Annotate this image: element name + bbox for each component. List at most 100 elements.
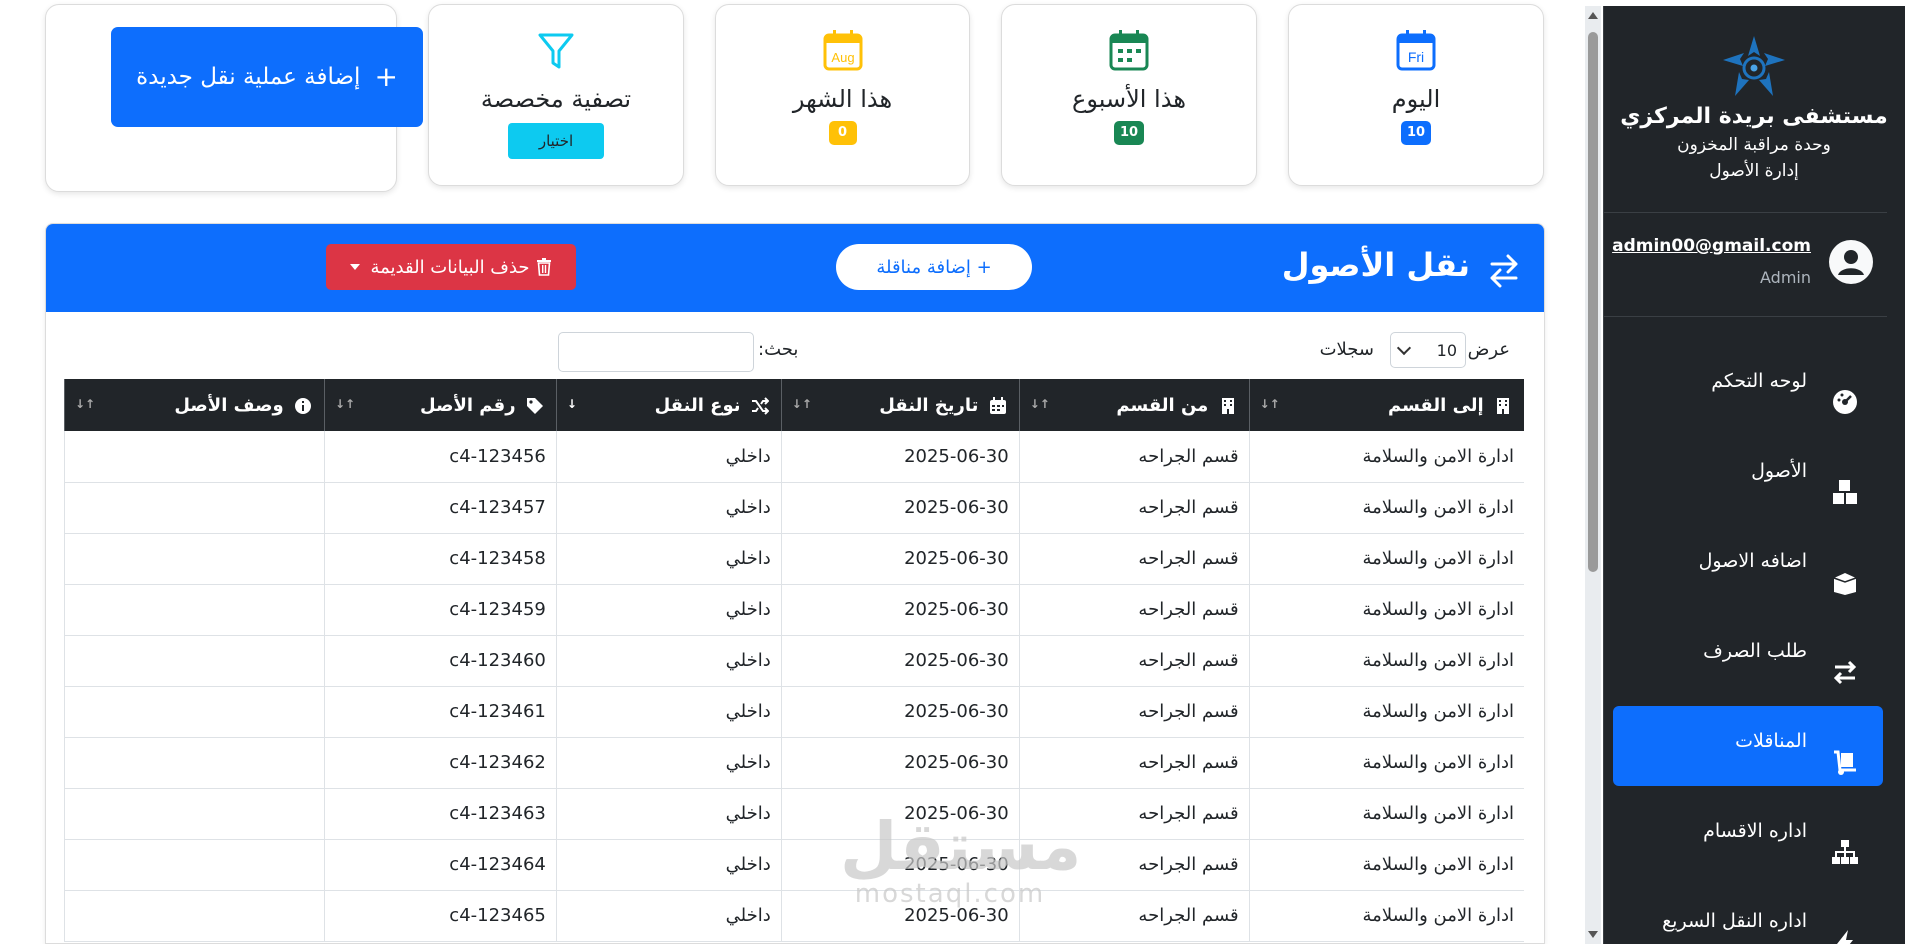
page-length-select[interactable]: 10 [1390,332,1466,368]
stat-title-today: اليوم [1391,85,1441,113]
stat-title-month: هذا الشهر [792,85,893,113]
scroll-thumb[interactable] [1588,32,1598,572]
add-contractor-button[interactable]: + إضافة مناقلة [836,244,1032,290]
transfers-table: إلى القسم ↑↓ من القسم ↑↓ تاريخ النقل ↑↓ [64,379,1524,942]
table-row[interactable]: ادارة الامن والسلامة قسم الجراحه 2025-06-3… [64,788,1524,839]
page-length-value: 10 [1436,340,1457,360]
add-transfer-button[interactable]: + إضافة عملية نقل جديدة [111,27,423,127]
svg-text:Fri: Fri [1408,49,1424,65]
filter-select-button[interactable]: اختيار [508,123,604,159]
stat-count-today: 10 [1400,121,1432,145]
tag-icon [526,397,543,414]
panel-title: نقل الأصول [1281,246,1470,284]
table-header-row: إلى القسم ↑↓ من القسم ↑↓ تاريخ النقل ↑↓ [64,379,1524,431]
scroll-down-icon[interactable] [1588,931,1598,938]
col-header-to-dept[interactable]: إلى القسم ↑↓ [1248,379,1524,431]
exchange-icon [1833,660,1857,685]
table-row[interactable]: ادارة الامن والسلامة قسم الجراحه 2025-06-3… [64,584,1524,635]
calendar-week-icon [1109,30,1149,71]
calendar-day-icon: Fri [1396,30,1436,71]
divider [1604,212,1887,213]
sort-icon: ↑↓ [334,397,356,411]
delete-old-label: حذف البيانات القديمة [370,256,530,278]
stat-card-filter: تصفية مخصصة اختيار [428,4,684,186]
col-header-type[interactable]: نوع النقل ↓ [555,379,782,431]
transfers-panel: نقل الأصول + إضافة مناقلة حذف البيانات ا… [45,223,1545,944]
section-name: إدارة الأصول [1709,161,1799,181]
records-label: سجلات [1319,339,1374,360]
sidebar-item-requests[interactable]: طلب الصرف [1613,616,1883,696]
table-row[interactable]: ادارة الامن والسلامة قسم الجراحه 2025-06-3… [64,686,1524,737]
sidebar-item-departments[interactable]: اداره الاقسام [1613,796,1883,876]
calendar-icon [989,396,1006,414]
show-label: عرض [1467,339,1510,360]
sitemap-icon [1832,840,1858,864]
stat-count-week: 10 [1113,121,1145,145]
svg-text:Aug: Aug [831,50,854,65]
building-icon [1497,397,1509,414]
sort-icon: ↓ [566,397,577,411]
table-row[interactable]: ادارة الامن والسلامة قسم الجراحه 2025-06-3… [64,890,1524,941]
sort-icon: ↑↓ [1029,397,1050,411]
stat-card-month[interactable]: Aug هذا الشهر 0 [715,4,970,186]
sidebar-item-assets[interactable]: الأصول [1613,436,1883,516]
sidebar-scrollbar[interactable] [1585,6,1601,944]
info-circle-icon [294,397,311,414]
filter-icon [538,33,574,69]
search-label: بحث: [758,339,799,360]
sort-icon: ↑↓ [791,397,812,411]
building-icon [1221,397,1234,414]
stat-title-week: هذا الأسبوع [1072,85,1186,113]
user-role: Admin [1760,268,1811,287]
hospital-logo-icon [1723,36,1785,96]
calendar-month-icon: Aug [823,30,862,71]
dolly-icon [1834,750,1856,775]
table-body: ادارة الامن والسلامة قسم الجراحه 2025-06-3… [64,431,1524,941]
caret-down-icon [350,264,361,270]
user-info: admin00@gmail.com Admin [1604,230,1887,300]
dashboard-icon [1833,390,1857,414]
add-transfer-label: إضافة عملية نقل جديدة [136,64,361,90]
shuffle-icon [751,396,769,415]
delete-old-data-button[interactable]: حذف البيانات القديمة [326,244,576,290]
table-row[interactable]: ادارة الامن والسلامة قسم الجراحه 2025-06-3… [64,839,1524,890]
sidebar: مستشفى بريدة المركزي وحدة مراقبة المخزون… [1603,6,1905,944]
stat-count-month: 0 [828,121,857,145]
table-row[interactable]: ادارة الامن والسلامة قسم الجراحه 2025-06-3… [64,431,1524,482]
table-row[interactable]: ادارة الامن والسلامة قسم الجراحه 2025-06-3… [64,533,1524,584]
unit-name: وحدة مراقبة المخزون [1677,135,1831,155]
chevron-down-icon [1396,340,1412,356]
brand: مستشفى بريدة المركزي وحدة مراقبة المخزون… [1619,26,1889,181]
col-header-asset-number[interactable]: رقم الأصل ↑↓ [323,379,557,431]
hospital-name: مستشفى بريدة المركزي [1620,104,1888,129]
stat-card-today[interactable]: Fri اليوم 10 [1288,4,1544,186]
trash-icon [536,258,551,276]
scroll-up-icon[interactable] [1588,12,1598,19]
divider [1604,316,1887,317]
col-header-date[interactable]: تاريخ النقل ↑↓ [780,379,1020,431]
stat-card-week[interactable]: هذا الأسبوع 10 [1001,4,1257,186]
sidebar-item-transfers[interactable]: المناقلات [1613,706,1883,786]
boxes-icon [1833,480,1857,504]
exchange-arrows-icon [1490,254,1518,288]
sort-icon: ↑↓ [75,397,96,411]
box-open-icon [1833,573,1857,595]
user-email[interactable]: admin00@gmail.com [1612,236,1811,256]
table-row[interactable]: ادارة الامن والسلامة قسم الجراحه 2025-06-3… [64,482,1524,533]
table-row[interactable]: ادارة الامن والسلامة قسم الجراحه 2025-06-3… [64,737,1524,788]
bolt-icon [1837,930,1853,944]
col-header-asset-desc[interactable]: وصف الأصل ↑↓ [64,379,325,431]
stat-title-filter: تصفية مخصصة [480,85,632,113]
add-transfer-card: + إضافة عملية نقل جديدة [45,4,423,192]
table-row[interactable]: ادارة الامن والسلامة قسم الجراحه 2025-06-3… [64,635,1524,686]
sidebar-nav: لوحه التحكم الأصول اضافه الاصول طلب الصر… [1613,346,1883,944]
sort-icon: ↑↓ [1259,397,1280,411]
search-input[interactable] [558,332,754,372]
plus-icon: + [374,60,398,93]
sidebar-item-add-assets[interactable]: اضافه الاصول [1613,526,1883,606]
sidebar-item-dashboard[interactable]: لوحه التحكم [1613,346,1883,426]
col-header-from-dept[interactable]: من القسم ↑↓ [1018,379,1250,431]
user-avatar-icon[interactable] [1829,240,1873,284]
main-content: Fri اليوم 10 هذا الأسبوع 10 Aug هذا الشه… [0,0,1580,944]
sidebar-item-quick-transfer[interactable]: اداره النقل السريع [1613,886,1883,944]
